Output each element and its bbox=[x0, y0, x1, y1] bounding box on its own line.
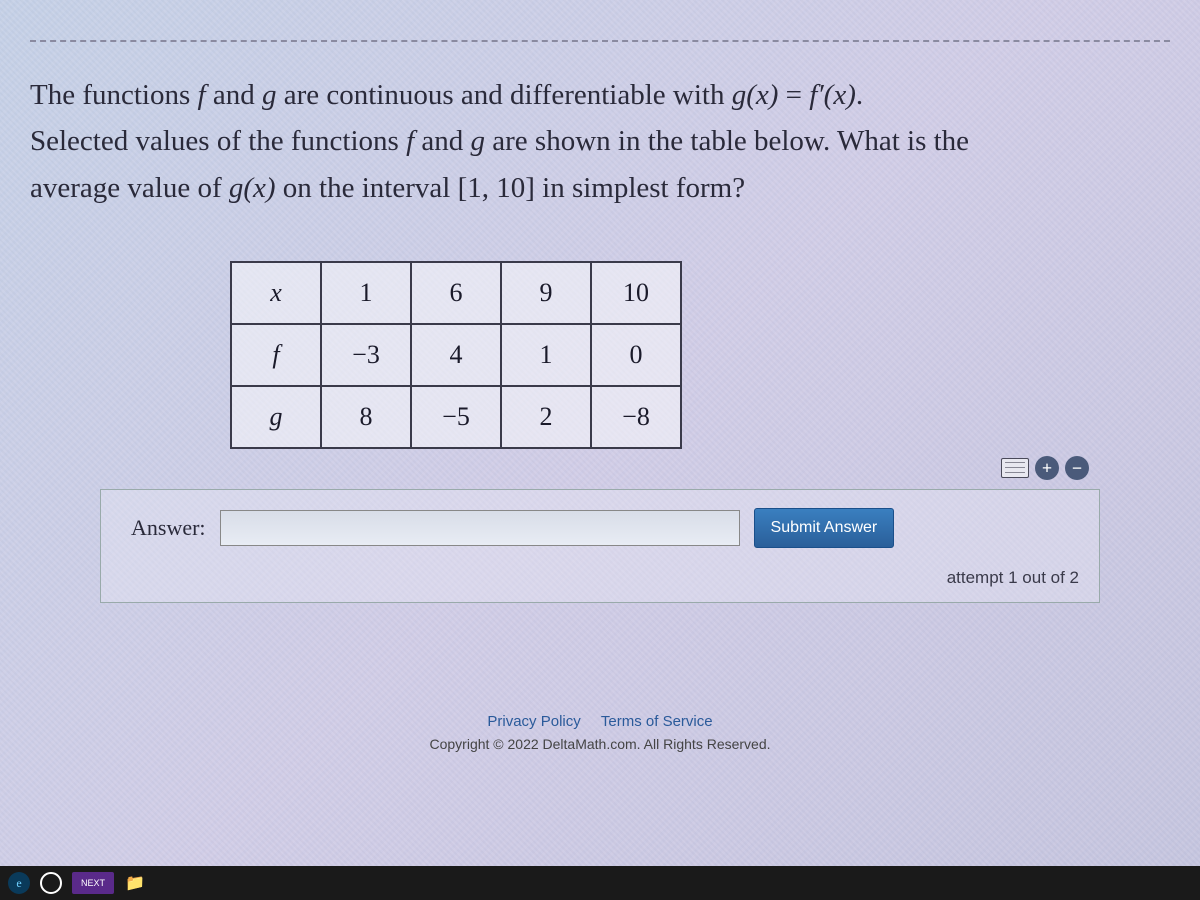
table-row: f −3 4 1 0 bbox=[231, 324, 681, 386]
row-label-g: g bbox=[231, 386, 321, 448]
privacy-policy-link[interactable]: Privacy Policy bbox=[487, 713, 580, 730]
cell: 8 bbox=[321, 386, 411, 448]
cell: 4 bbox=[411, 324, 501, 386]
zoom-in-icon[interactable]: + bbox=[1035, 456, 1059, 480]
row-label-x: x bbox=[231, 262, 321, 324]
copyright-text: Copyright © 2022 DeltaMath.com. All Righ… bbox=[30, 736, 1170, 752]
text: = bbox=[778, 79, 809, 111]
text: and bbox=[206, 79, 262, 111]
text: . bbox=[856, 79, 863, 111]
cell: 2 bbox=[501, 386, 591, 448]
math-g: g bbox=[471, 125, 486, 157]
cell: −8 bbox=[591, 386, 681, 448]
file-explorer-icon[interactable]: 📁 bbox=[124, 872, 146, 894]
question-prompt: The functions f and g are continuous and… bbox=[30, 72, 1170, 211]
table-row: g 8 −5 2 −8 bbox=[231, 386, 681, 448]
cell: −5 bbox=[411, 386, 501, 448]
cell: 0 bbox=[591, 324, 681, 386]
text: Selected values of the functions bbox=[30, 125, 406, 157]
taskbar-app-next[interactable]: NEXT bbox=[72, 872, 114, 894]
math-f: f bbox=[198, 79, 206, 111]
math-gx: g(x) bbox=[732, 79, 779, 111]
math-fprimex: f′(x) bbox=[809, 79, 856, 111]
zoom-out-icon[interactable]: − bbox=[1065, 456, 1089, 480]
text: and bbox=[414, 125, 470, 157]
data-table: x 1 6 9 10 f −3 4 1 0 g 8 −5 2 −8 bbox=[230, 261, 682, 449]
answer-label: Answer: bbox=[131, 515, 206, 541]
math-f: f bbox=[406, 125, 414, 157]
answer-panel: + − Answer: Submit Answer attempt 1 out … bbox=[100, 489, 1100, 603]
cell: 9 bbox=[501, 262, 591, 324]
terms-of-service-link[interactable]: Terms of Service bbox=[601, 713, 713, 730]
text: are continuous and differentiable with bbox=[276, 79, 731, 111]
data-table-wrap: x 1 6 9 10 f −3 4 1 0 g 8 −5 2 −8 bbox=[230, 261, 1170, 449]
taskbar[interactable]: e NEXT 📁 bbox=[0, 866, 1200, 900]
footer: Privacy Policy Terms of Service Copyrigh… bbox=[30, 713, 1170, 752]
answer-input[interactable] bbox=[220, 510, 740, 546]
text: are shown in the table below. What is th… bbox=[485, 125, 969, 157]
main-content: The functions f and g are continuous and… bbox=[0, 0, 1200, 752]
cell: 10 bbox=[591, 262, 681, 324]
cortana-icon[interactable] bbox=[40, 872, 62, 894]
text: on the interval bbox=[276, 172, 458, 204]
math-interval: [1, 10] bbox=[458, 172, 535, 204]
text: in simplest form? bbox=[535, 172, 745, 204]
attempt-counter: attempt 1 out of 2 bbox=[131, 568, 1079, 588]
answer-toolbar: + − bbox=[1001, 456, 1089, 480]
cell: −3 bbox=[321, 324, 411, 386]
cell: 1 bbox=[501, 324, 591, 386]
math-g: g bbox=[262, 79, 277, 111]
edge-browser-icon[interactable]: e bbox=[8, 872, 30, 894]
cell: 1 bbox=[321, 262, 411, 324]
text: The functions bbox=[30, 79, 198, 111]
text: average value of bbox=[30, 172, 229, 204]
keyboard-icon[interactable] bbox=[1001, 458, 1029, 478]
table-row: x 1 6 9 10 bbox=[231, 262, 681, 324]
math-gx: g(x) bbox=[229, 172, 276, 204]
cell: 6 bbox=[411, 262, 501, 324]
section-divider bbox=[30, 40, 1170, 42]
row-label-f: f bbox=[231, 324, 321, 386]
submit-answer-button[interactable]: Submit Answer bbox=[754, 508, 895, 548]
answer-row: Answer: Submit Answer bbox=[131, 508, 1079, 548]
